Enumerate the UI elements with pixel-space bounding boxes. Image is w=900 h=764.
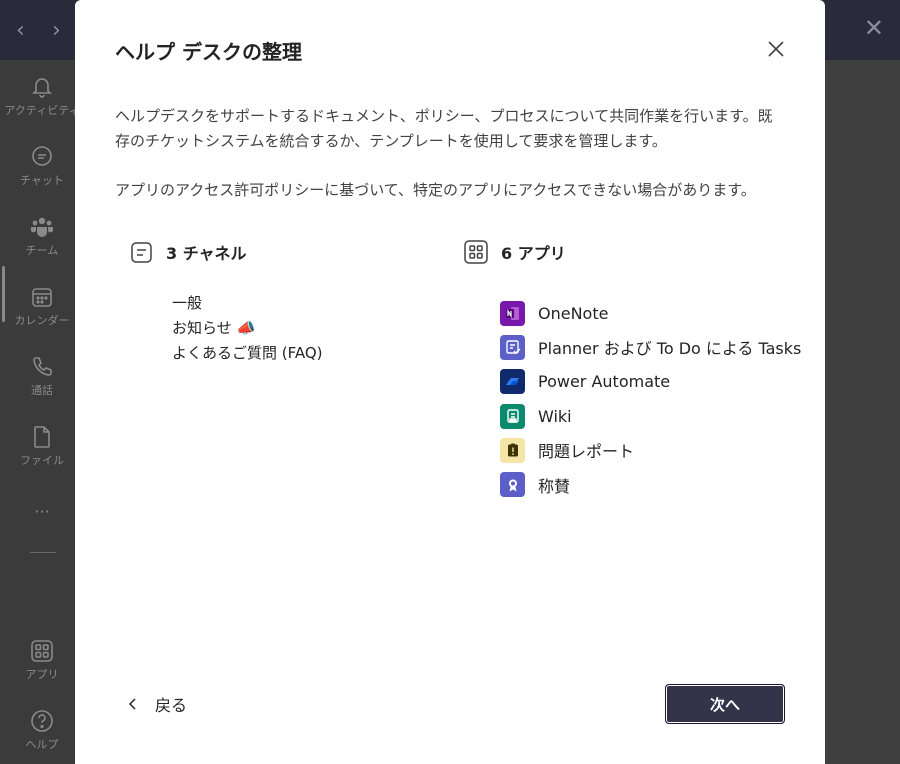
rail-item-teams[interactable]: チーム	[0, 214, 84, 258]
app-item-wiki: Wiki	[500, 399, 801, 433]
calendar-icon	[32, 288, 52, 307]
rail-label: 通話	[31, 384, 53, 397]
rail-label: ファイル	[20, 454, 64, 467]
phone-icon	[33, 357, 52, 376]
back-button-label: 戻る	[155, 696, 188, 715]
back-nav-icon[interactable]: ‹	[16, 18, 25, 43]
dialog-note: アプリのアクセス許可ポリシーに基づいて、特定のアプリにアクセスできない場合があり…	[115, 181, 756, 199]
forward-nav-icon[interactable]: ›	[52, 18, 61, 43]
bell-icon	[32, 78, 52, 98]
teams-icon	[31, 217, 53, 237]
issue-report-icon	[500, 437, 525, 463]
app-name: Planner および To Do による Tasks	[538, 339, 802, 359]
channels-count-label: 3 チャネル	[166, 244, 247, 263]
rail-divider	[30, 552, 56, 553]
chat-icon	[32, 146, 52, 166]
app-item-tasks: Planner および To Do による Tasks	[500, 330, 801, 364]
rail-item-files[interactable]: ファイル	[0, 424, 84, 468]
app-name: OneNote	[538, 303, 609, 323]
app-item-issue-report: 問題レポート	[500, 433, 801, 467]
wiki-icon	[500, 403, 525, 429]
rail-item-activity[interactable]: アクティビティ	[0, 74, 84, 118]
window-close-icon[interactable]: ✕	[864, 14, 884, 42]
apps-icon	[464, 240, 488, 264]
help-desk-dialog: ヘルプ デスクの整理 ヘルプデスクをサポートするドキュメント、ポリシー、プロセス…	[75, 0, 825, 764]
rail-item-calendar[interactable]: カレンダー	[0, 284, 84, 328]
close-icon[interactable]	[763, 36, 789, 62]
rail-label: アクティビティ	[4, 104, 80, 117]
rail-item-chat[interactable]: チャット	[0, 144, 84, 188]
dialog-title: ヘルプ デスクの整理	[115, 40, 302, 64]
list-item: お知らせ 📣	[172, 319, 256, 337]
rail-label: カレンダー	[14, 314, 70, 327]
app-rail: アクティビティ チャット チーム カレンダー 通話 ファイル ··· アプリ ヘ…	[0, 60, 84, 764]
app-name: 問題レポート	[538, 442, 635, 462]
app-name: 称賛	[538, 476, 571, 496]
app-item-power-automate: Power Automate	[500, 365, 801, 399]
channel-list: 一般 お知らせ 📣 よくあるご質問 (FAQ)	[172, 291, 323, 366]
rail-item-help[interactable]: ヘルプ	[0, 708, 84, 752]
onenote-icon	[500, 300, 525, 326]
list-item: よくあるご質問 (FAQ)	[172, 344, 323, 362]
praise-icon	[500, 472, 525, 498]
list-item: 一般	[172, 294, 203, 312]
app-item-praise: 称賛	[500, 467, 801, 501]
rail-item-more[interactable]: ···	[0, 500, 84, 521]
channel-icon	[131, 242, 152, 263]
help-icon	[31, 710, 53, 732]
rail-item-calls[interactable]: 通話	[0, 354, 84, 398]
rail-item-apps[interactable]: アプリ	[0, 638, 84, 682]
apps-heading: 6 アプリ	[463, 239, 566, 265]
rail-label: アプリ	[25, 668, 59, 681]
app-name: Wiki	[538, 406, 572, 426]
rail-label: チーム	[25, 244, 59, 257]
next-button[interactable]: 次へ	[665, 684, 785, 724]
rail-label: チャット	[20, 174, 64, 187]
apps-icon	[31, 640, 53, 662]
app-list: OneNote Planner および To Do による Tasks Powe…	[500, 296, 801, 502]
app-item-onenote: OneNote	[500, 296, 801, 330]
chevron-left-icon	[128, 698, 136, 710]
app-name: Power Automate	[538, 372, 671, 392]
dialog-description: ヘルプデスクをサポートするドキュメント、ポリシー、プロセスについて共同作業を行い…	[115, 107, 773, 150]
power-automate-icon	[500, 369, 525, 395]
apps-count-label: 6 アプリ	[501, 244, 566, 263]
channels-heading: 3 チャネル	[128, 239, 247, 265]
file-icon	[34, 426, 50, 448]
tasks-icon	[500, 334, 525, 360]
back-button[interactable]: 戻る	[125, 692, 187, 716]
rail-label: ヘルプ	[25, 738, 59, 751]
more-icon: ···	[34, 502, 50, 521]
